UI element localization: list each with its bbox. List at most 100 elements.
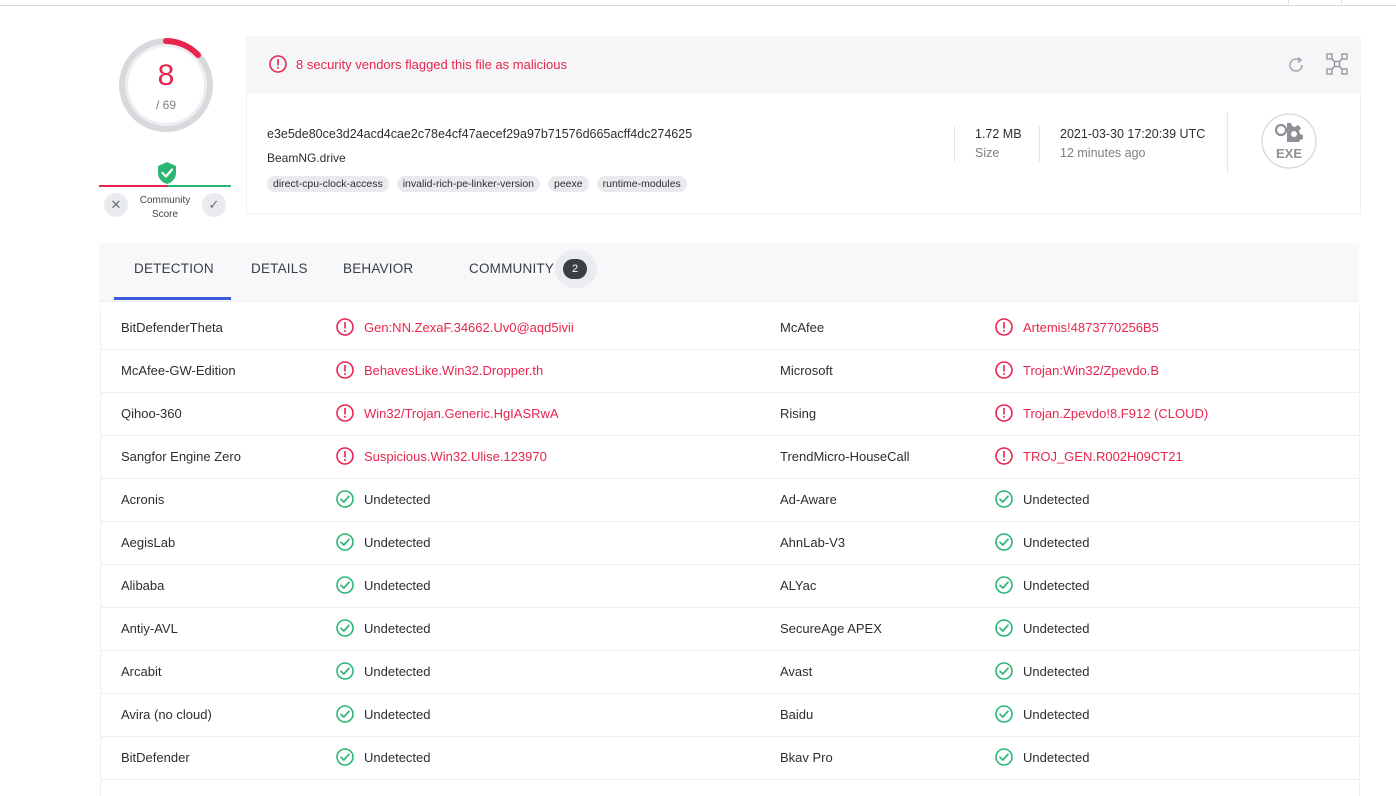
community-score-bar	[99, 185, 231, 187]
file-tag[interactable]: direct-cpu-clock-access	[267, 176, 389, 192]
file-type-label: EXE	[1276, 146, 1302, 161]
check-circle-icon	[336, 576, 354, 594]
file-hash[interactable]: e3e5de80ce3d24acd4cae2c78e4cf47aecef29a9…	[267, 127, 692, 141]
table-row: Qihoo-360 Win32/Trojan.Generic.HgIASRwA Ri…	[101, 392, 1359, 436]
table-row: Acronis Undetected Ad-Aware Undetected	[101, 478, 1359, 522]
detection-count: 8	[157, 59, 175, 92]
exe-file-type-icon: EXE	[1261, 113, 1317, 169]
engine-name: Avast	[780, 664, 813, 679]
top-bar	[0, 0, 1396, 6]
engine-name: Microsoft	[780, 363, 833, 378]
community-count-badge[interactable]: 2	[563, 259, 587, 279]
alert-circle-icon	[269, 55, 287, 73]
detection-result: Undetected	[364, 664, 431, 679]
tab-community[interactable]: COMMUNITY	[469, 261, 554, 276]
detection-result: Trojan:Win32/Zpevdo.B	[1023, 363, 1160, 378]
shield-check-icon	[158, 162, 176, 184]
active-tab-indicator	[114, 297, 231, 300]
file-size-label: Size	[975, 146, 1000, 160]
engine-name: McAfee-GW-Edition	[121, 363, 236, 378]
table-row: Arcabit Undetected Avast Undetected	[101, 650, 1359, 694]
top-bar-tab[interactable]	[1288, 0, 1342, 5]
file-tag[interactable]: peexe	[548, 176, 589, 192]
graph-view-icon[interactable]	[1326, 53, 1348, 75]
file-tag[interactable]: runtime-modules	[596, 176, 687, 192]
engine-name: ALYac	[780, 578, 817, 593]
check-circle-icon	[336, 748, 354, 766]
check-circle-icon	[995, 619, 1013, 637]
check-circle-icon	[995, 576, 1013, 594]
detections-table: BitDefenderTheta Gen:NN.ZexaF.34662.Uv0@a…	[100, 306, 1360, 796]
reanalyze-icon[interactable]	[1286, 55, 1306, 75]
last-analysis-ago: 12 minutes ago	[1060, 146, 1146, 160]
tab-behavior[interactable]: BEHAVIOR	[343, 261, 413, 276]
engine-name: McAfee	[780, 320, 825, 335]
check-circle-icon	[336, 662, 354, 680]
engine-name: Rising	[780, 406, 817, 421]
engine-name: SecureAge APEX	[780, 621, 882, 636]
detection-result: Undetected	[1023, 750, 1090, 765]
detection-result: Suspicious.Win32.Ulise.123970	[364, 449, 547, 464]
file-tags: direct-cpu-clock-access invalid-rich-pe-…	[267, 176, 687, 192]
detection-result: Undetected	[1023, 664, 1090, 679]
table-row: Sangfor Engine Zero Suspicious.Win32.Ulis…	[101, 435, 1359, 479]
vote-harmless-down-button[interactable]: ✕	[104, 193, 128, 217]
detection-result: Undetected	[364, 535, 431, 550]
check-circle-icon	[995, 748, 1013, 766]
engine-name: Antiy-AVL	[121, 621, 178, 636]
last-analysis-date: 2021-03-30 17:20:39 UTC	[1060, 127, 1206, 141]
file-tag[interactable]: invalid-rich-pe-linker-version	[396, 176, 540, 192]
detection-result: Undetected	[1023, 621, 1090, 636]
file-size-value: 1.72 MB	[975, 127, 1022, 141]
engine-name: Arcabit	[121, 664, 162, 679]
detection-total: / 69	[155, 98, 176, 112]
detection-result: Undetected	[1023, 707, 1090, 722]
check-circle-icon	[995, 705, 1013, 723]
detection-result: Undetected	[1023, 492, 1090, 507]
check-circle-icon	[995, 533, 1013, 551]
detection-result: Undetected	[364, 621, 431, 636]
detection-result: Undetected	[1023, 535, 1090, 550]
engine-name: AhnLab-V3	[780, 535, 846, 550]
community-score-label: Community Score	[139, 195, 191, 220]
detection-result: TROJ_GEN.R002H09CT21	[1023, 449, 1183, 464]
detection-result: Undetected	[364, 707, 431, 722]
engine-name: Acronis	[121, 492, 165, 507]
file-name: BeamNG.drive	[267, 151, 346, 165]
engine-name: Sangfor Engine Zero	[121, 449, 241, 464]
divider	[1039, 126, 1040, 162]
vote-harmless-up-button[interactable]: ✓	[202, 193, 226, 217]
alert-circle-icon	[336, 361, 354, 379]
detection-result: Gen:NN.ZexaF.34662.Uv0@aqd5ivii	[364, 320, 574, 335]
check-circle-icon	[336, 619, 354, 637]
engine-name: TrendMicro-HouseCall	[780, 449, 910, 464]
table-row: BitDefender Undetected Bkav Pro Undetected	[101, 736, 1359, 780]
engine-name: Bkav Pro	[780, 750, 833, 765]
divider	[1227, 112, 1228, 174]
engine-name: BitDefenderTheta	[121, 320, 223, 335]
table-row: Antiy-AVL Undetected SecureAge APEX Undetec…	[101, 607, 1359, 651]
engine-name: AegisLab	[121, 535, 176, 550]
detection-result: Win32/Trojan.Generic.HgIASRwA	[364, 406, 559, 421]
engine-name: Ad-Aware	[780, 492, 837, 507]
alert-circle-icon	[995, 404, 1013, 422]
check-circle-icon	[336, 705, 354, 723]
engine-name: Baidu	[780, 707, 814, 722]
tab-details[interactable]: DETAILS	[251, 261, 308, 276]
check-circle-icon	[336, 490, 354, 508]
detection-result: Artemis!4873770256B5	[1023, 320, 1159, 335]
alert-circle-icon	[995, 361, 1013, 379]
check-circle-icon	[995, 490, 1013, 508]
tab-detection[interactable]: DETECTION	[134, 261, 214, 276]
check-circle-icon	[336, 533, 354, 551]
engine-name: Avira (no cloud)	[121, 707, 212, 722]
detection-result: Undetected	[364, 578, 431, 593]
check-circle-icon	[995, 662, 1013, 680]
alert-circle-icon	[995, 318, 1013, 336]
table-row: McAfee-GW-Edition BehavesLike.Win32.Dropp…	[101, 349, 1359, 393]
table-row: Alibaba Undetected ALYac Undetected	[101, 564, 1359, 608]
alert-circle-icon	[336, 318, 354, 336]
alert-circle-icon	[336, 404, 354, 422]
detection-result: Undetected	[364, 492, 431, 507]
table-row: Avira (no cloud) Undetected Baidu Undetecte…	[101, 693, 1359, 737]
